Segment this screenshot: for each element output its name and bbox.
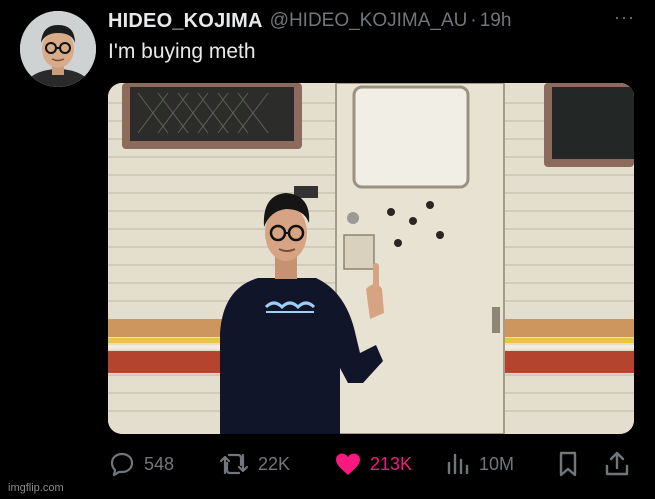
- tweet-header: HIDEO_KOJIMA @HIDEO_KOJIMA_AU · 19h ···: [108, 7, 635, 33]
- views-icon: [447, 453, 469, 475]
- more-options-icon[interactable]: ···: [614, 7, 635, 28]
- imgflip-watermark: imgflip.com: [8, 482, 64, 494]
- heart-icon: [336, 453, 360, 475]
- repost-button[interactable]: 22K: [218, 447, 290, 481]
- bookmark-button[interactable]: [556, 447, 580, 481]
- reply-button[interactable]: 548: [108, 447, 174, 481]
- views-button[interactable]: 10M: [445, 447, 514, 481]
- reply-icon: [110, 452, 134, 477]
- separator-dot: ·: [470, 10, 477, 31]
- repost-count: 22K: [258, 453, 291, 474]
- tweet-text: I'm buying meth: [108, 40, 256, 63]
- tweet-action-bar: 548 22K 213K 10M: [108, 447, 634, 481]
- share-icon: [605, 451, 629, 476]
- views-count: 10M: [479, 453, 515, 474]
- tweet-media-photo[interactable]: [108, 83, 634, 434]
- reply-count: 548: [144, 453, 175, 474]
- like-count: 213K: [370, 453, 413, 474]
- avatar[interactable]: [20, 11, 96, 87]
- photo-illustration: [108, 83, 634, 434]
- bookmark-icon: [559, 451, 577, 477]
- repost-icon: [219, 453, 249, 475]
- share-button[interactable]: [604, 447, 630, 481]
- timestamp[interactable]: 19h: [480, 10, 512, 32]
- user-handle[interactable]: @HIDEO_KOJIMA_AU: [270, 10, 468, 32]
- display-name[interactable]: HIDEO_KOJIMA: [108, 10, 263, 33]
- like-button[interactable]: 213K: [334, 447, 412, 481]
